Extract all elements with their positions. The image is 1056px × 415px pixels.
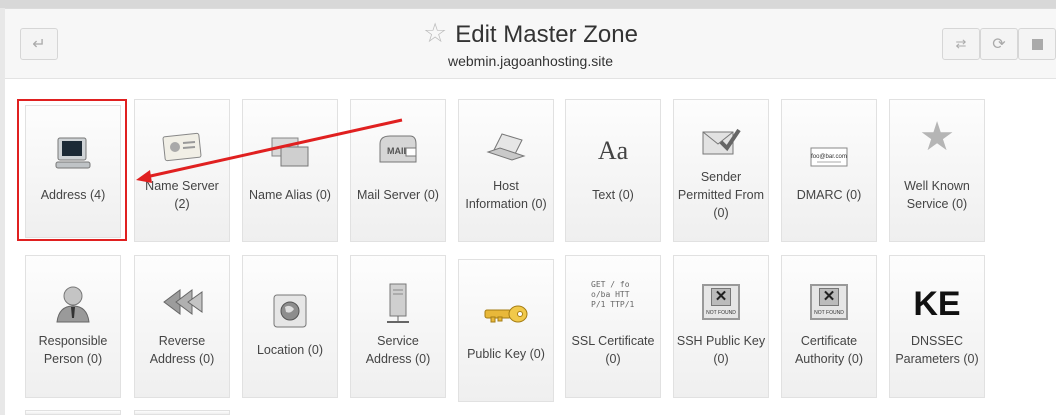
tile-label: DNSSEC Parameters (0) [895, 334, 979, 366]
record-tile-location[interactable]: Location (0) [242, 255, 338, 398]
tile-label: Name Server (2) [145, 179, 219, 211]
record-tile-service-address[interactable]: Service Address (0) [350, 255, 446, 398]
server-icon [351, 282, 445, 326]
tile-label: Certificate Authority (0) [794, 334, 864, 366]
tile-label: Mail Server (0) [357, 188, 439, 202]
record-tile-name-server[interactable]: Name Server (2) [134, 99, 230, 242]
rewind-icon [135, 286, 229, 318]
tile-label: Service Address (0) [365, 334, 431, 366]
text-aa-icon: Aa [597, 136, 629, 165]
page-header: ↵ ☆ Edit Master Zone webmin.jagoanhostin… [5, 9, 1056, 79]
favorite-star-icon[interactable]: ☆ [423, 18, 447, 49]
refresh-modules-button[interactable]: ⇄ [942, 28, 980, 60]
record-tile-partial[interactable] [134, 410, 230, 415]
id-card-icon [135, 132, 229, 162]
record-tile-partial[interactable] [25, 410, 121, 415]
image-not-found-icon: ✕ NOT FOUND [782, 284, 876, 320]
image-not-found-icon: ✕ NOT FOUND [674, 284, 768, 320]
record-tile-public-key[interactable]: Public Key (0) [458, 259, 554, 402]
mail-check-icon [674, 124, 768, 158]
star-icon: ★ [919, 115, 955, 159]
key-letters-icon: KE [913, 285, 961, 323]
reload-button[interactable]: ⟳ [980, 28, 1018, 60]
tile-label: Well Known Service (0) [904, 179, 970, 211]
globe-icon [243, 292, 337, 330]
tile-label: SSH Public Key (0) [676, 334, 766, 366]
person-icon [26, 284, 120, 324]
record-tile-well-known-service[interactable]: ★ Well Known Service (0) [889, 99, 985, 242]
stop-icon [1031, 38, 1043, 50]
tile-label: SSL Certificate (0) [571, 334, 655, 366]
top-strip [0, 0, 1056, 8]
record-tile-sender-permitted-from[interactable]: Sender Permitted From (0) [673, 99, 769, 242]
mailbox-icon: MAIL [351, 134, 445, 168]
tile-label: Responsible Person (0) [38, 334, 108, 366]
refresh-icon: ⟳ [992, 36, 1006, 53]
tile-label: Location (0) [256, 343, 323, 357]
stop-button[interactable] [1018, 28, 1056, 60]
highlight-box [17, 99, 127, 241]
page-title-text: Edit Master Zone [455, 20, 638, 48]
tile-label: Public Key (0) [467, 347, 545, 361]
key-icon [459, 304, 553, 326]
tile-label: Text (0) [592, 188, 634, 202]
certificate-icon-text: GET / foo/ba HTTP/1 TTP/1 [591, 280, 635, 309]
record-tile-text[interactable]: Aa Text (0) [565, 99, 661, 242]
record-tile-mail-server[interactable]: MAIL Mail Server (0) [350, 99, 446, 242]
record-tile-dmarc[interactable]: foo@bar.com DMARC (0) [781, 99, 877, 242]
record-tile-host-information[interactable]: Host Information (0) [458, 99, 554, 242]
tile-label: Sender Permitted From (0) [677, 170, 765, 220]
tile-label: Reverse Address (0) [149, 334, 215, 366]
tile-label: DMARC (0) [796, 188, 862, 202]
title-wrap: ☆ Edit Master Zone [5, 18, 1056, 50]
record-tile-dnssec-parameters[interactable]: KE DNSSEC Parameters (0) [889, 255, 985, 398]
record-tile-reverse-address[interactable]: Reverse Address (0) [134, 255, 230, 398]
sync-icon: ⇄ [955, 36, 967, 51]
tile-label: Name Alias (0) [249, 188, 331, 202]
tile-label: Host Information (0) [465, 179, 547, 211]
record-tile-ssl-certificate[interactable]: GET / foo/ba HTTP/1 TTP/1 SSL Certificat… [565, 255, 661, 398]
record-tile-name-alias[interactable]: Name Alias (0) [242, 99, 338, 242]
not-found-text: NOT FOUND [706, 310, 736, 316]
windows-icon [243, 136, 337, 168]
record-tile-ssh-public-key[interactable]: ✕ NOT FOUND SSH Public Key (0) [673, 255, 769, 398]
business-card-icon: foo@bar.com [782, 146, 876, 168]
page-subtitle: webmin.jagoanhosting.site [448, 53, 613, 69]
certificate-text-icon: GET / foo/ba HTTP/1 TTP/1 [566, 280, 660, 310]
page-title: ☆ Edit Master Zone [423, 18, 638, 50]
not-found-text: NOT FOUND [814, 310, 844, 316]
record-tile-responsible-person[interactable]: Responsible Person (0) [25, 255, 121, 398]
svg-text:foo@bar.com: foo@bar.com [811, 154, 847, 160]
record-tile-certificate-authority[interactable]: ✕ NOT FOUND Certificate Authority (0) [781, 255, 877, 398]
laptop-icon [459, 130, 553, 164]
